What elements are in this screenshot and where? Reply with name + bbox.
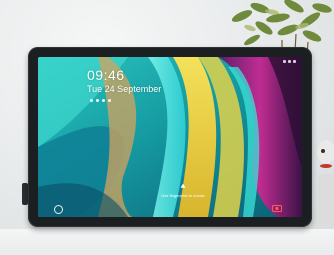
- status-bar-icons: [283, 60, 296, 63]
- unlock-hint-text: Use fingerprint to unlock: [161, 193, 205, 198]
- tablet-lock-screen[interactable]: 09:46 Tue 24 September Use fingerprint t…: [38, 57, 302, 217]
- signal-icon: [283, 60, 286, 63]
- lock-icon: [180, 183, 186, 188]
- lockscreen-date: Tue 24 September: [87, 84, 162, 94]
- camera-shortcut-icon[interactable]: [272, 204, 282, 212]
- notification-dot-icon: [90, 99, 93, 102]
- table-surface: [0, 229, 334, 255]
- battery-icon: [293, 60, 296, 63]
- tablet-device: 09:46 Tue 24 September Use fingerprint t…: [28, 47, 312, 227]
- lockscreen-overlay: 09:46 Tue 24 September Use fingerprint t…: [38, 57, 302, 217]
- notification-dot-icon: [102, 99, 105, 102]
- notification-icons[interactable]: [90, 99, 111, 102]
- lockscreen-clock: 09:46: [87, 67, 125, 83]
- wifi-icon: [288, 60, 291, 63]
- notification-dot-icon: [96, 99, 99, 102]
- phone-shortcut-icon[interactable]: [54, 205, 63, 214]
- notification-dot-icon: [108, 99, 111, 102]
- side-ornament: [317, 140, 334, 224]
